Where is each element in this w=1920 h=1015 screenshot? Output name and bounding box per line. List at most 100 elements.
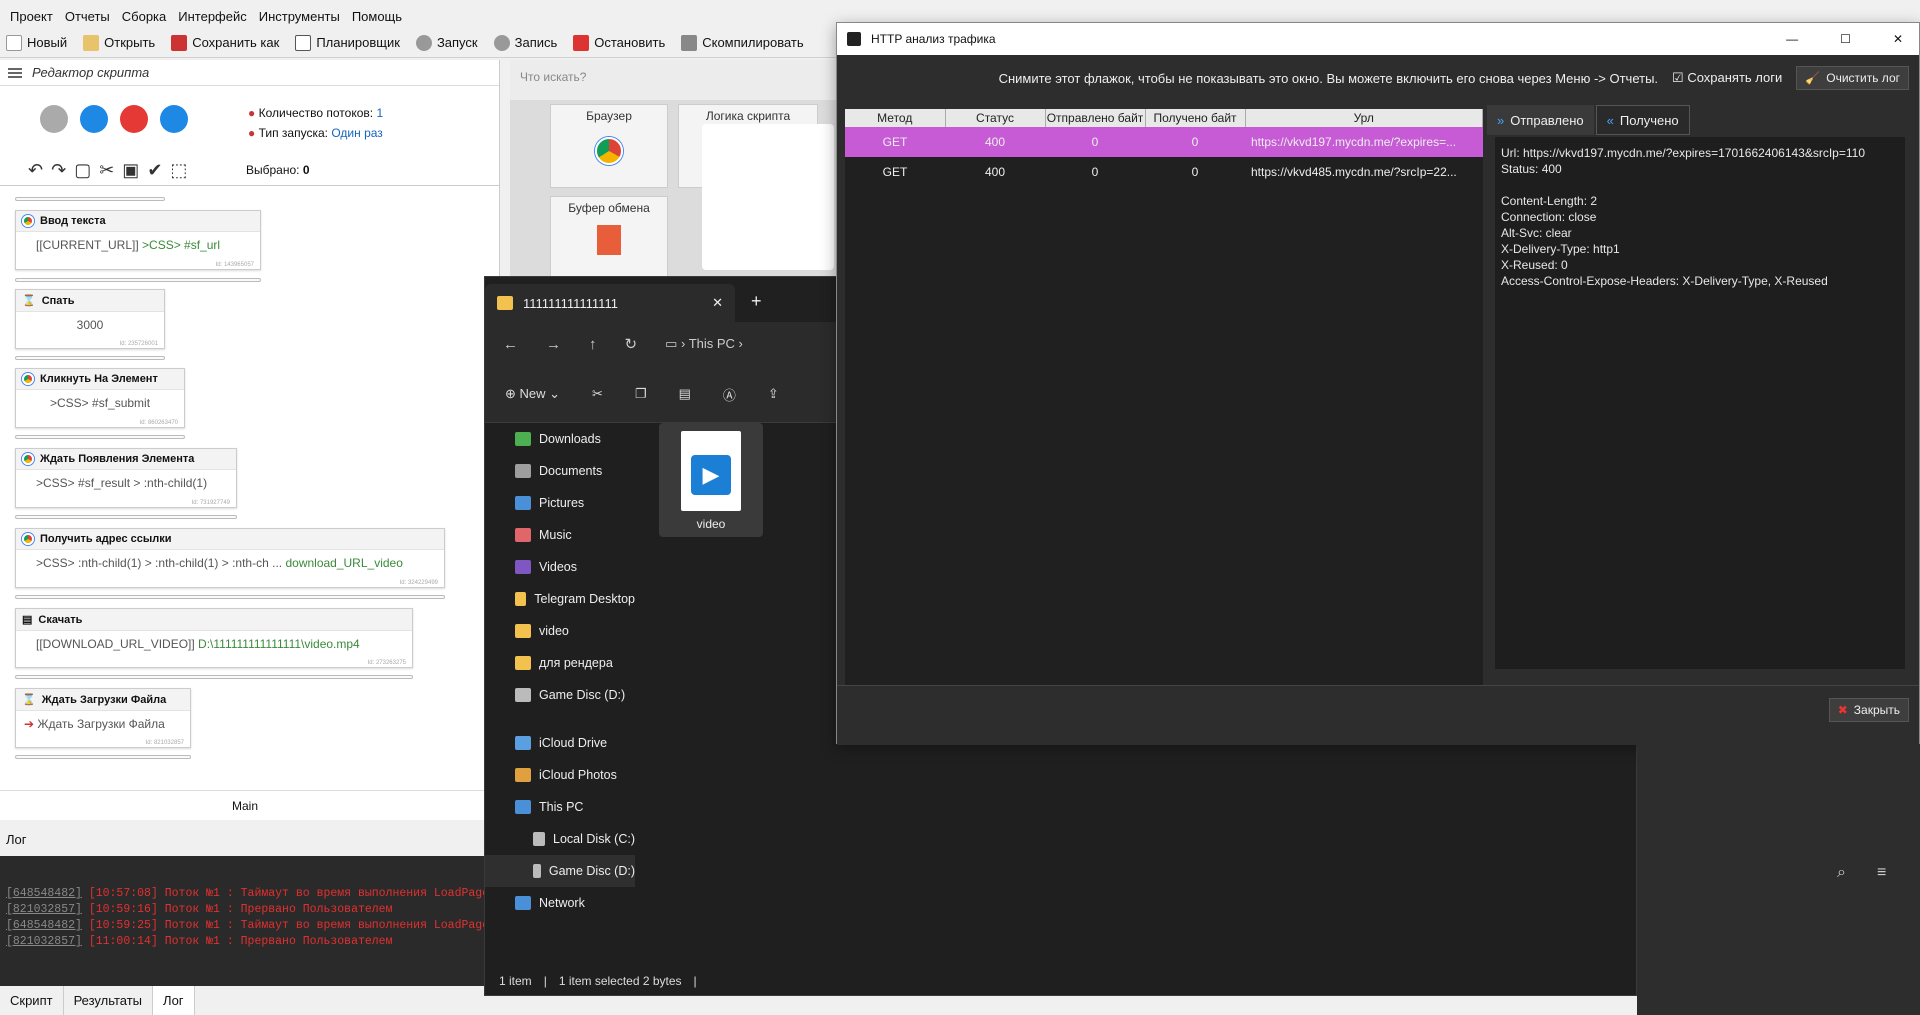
new-button[interactable]: Новый [6, 34, 67, 51]
up-icon[interactable]: ↑ [589, 336, 597, 353]
requests-table: Метод Статус Отправлено байт Получено байт У… [845, 109, 1483, 691]
sidebar-item-13[interactable]: Local Disk (C:) [485, 823, 635, 855]
table-row[interactable]: GET 400 0 0 https://vkvd485.mycdn.me/?srcIp=… [845, 157, 1483, 187]
close-icon: ✖ [1837, 703, 1848, 717]
address-bar[interactable]: ▭ › This PC › [665, 336, 743, 352]
search-icon[interactable]: ⌕ [1837, 864, 1846, 882]
close-button[interactable]: ✖ Закрыть [1828, 698, 1909, 722]
folder-icon [515, 592, 527, 606]
block-download[interactable]: ▤ Скачать [[DOWNLOAD_URL_VIDEO]] D:\111111… [15, 608, 413, 668]
menu-reports[interactable]: Отчеты [59, 6, 116, 26]
folder-icon [533, 832, 546, 846]
block-sleep[interactable]: ⌛ Спать 3000 Id: 235726001 [15, 289, 165, 349]
close-window-icon[interactable]: ✕ [1877, 32, 1919, 46]
list-menu-icon[interactable]: ≡ [1877, 864, 1886, 882]
sidebar-item-15[interactable]: Network [485, 887, 635, 919]
minimize-icon[interactable]: — [1770, 32, 1814, 46]
pause-icon[interactable] [80, 105, 108, 133]
tab-results[interactable]: Результаты [64, 986, 154, 1015]
compile-button[interactable]: Скомпилировать [681, 34, 804, 51]
tab-sent[interactable]: » Отправлено [1487, 105, 1594, 135]
restart-icon[interactable] [160, 105, 188, 133]
menu-help[interactable]: Помощь [346, 6, 408, 26]
block-click-element[interactable]: Кликнуть На Элемент >CSS> #sf_submit Id: 8… [15, 368, 185, 428]
new-tab-icon[interactable]: + [735, 291, 762, 322]
folder-icon [83, 34, 100, 51]
check-icon[interactable]: ✔ [147, 160, 170, 180]
sidebar-item-6[interactable]: Telegram Desktop [485, 583, 635, 615]
refresh-icon[interactable]: ↻ [625, 335, 638, 353]
main-tab[interactable]: Main [0, 790, 490, 813]
scheduler-button[interactable]: Планировщик [295, 34, 400, 51]
clear-log-button[interactable]: 🧹 Очистить лог [1796, 66, 1909, 90]
window-title: HTTP анализ трафика [871, 32, 996, 46]
explorer-tab[interactable]: 111111111111111 ✕ [485, 284, 735, 322]
run-button[interactable]: Запуск [415, 34, 478, 51]
stop-button[interactable]: Остановить [573, 34, 665, 51]
copy-icon[interactable]: ▢ [74, 160, 99, 180]
table-row[interactable]: GET 400 0 0 https://vkvd197.mycdn.me/?expire… [845, 127, 1483, 157]
save-as-button[interactable]: Сохранить как [171, 34, 279, 51]
copy-icon[interactable]: ❐ [635, 386, 647, 402]
new-button[interactable]: ⊕ New ⌄ [505, 386, 560, 402]
calendar-icon [295, 34, 312, 51]
play-icon[interactable] [40, 105, 68, 133]
block-wait-download[interactable]: ⌛ Ждать Загрузки Файла ➔ Ждать Загрузки Фа… [15, 688, 191, 748]
menu-build[interactable]: Сборка [116, 6, 173, 26]
share-icon[interactable]: ⇪ [768, 386, 779, 402]
open-button[interactable]: Открыть [83, 34, 155, 51]
stop-icon[interactable] [120, 105, 148, 133]
sidebar-item-11[interactable]: iCloud Photos [485, 759, 635, 791]
folder-icon [515, 528, 531, 542]
rename-icon[interactable]: Ⓐ [723, 385, 736, 404]
sidebar-item-9[interactable]: Game Disc (D:) [485, 679, 635, 711]
cut-icon[interactable]: ✂ [99, 160, 122, 180]
close-tab-icon[interactable]: ✕ [712, 295, 723, 311]
paste-icon[interactable]: ▤ [679, 386, 691, 402]
cut-icon[interactable]: ✂ [592, 386, 603, 402]
maximize-icon[interactable]: ☐ [1824, 32, 1867, 46]
select-icon[interactable]: ⬚ [170, 160, 195, 180]
launch-value[interactable]: Один раз [331, 126, 382, 140]
chrome-icon [22, 373, 34, 385]
menu-interface[interactable]: Интерфейс [172, 6, 252, 26]
palette-browser[interactable]: Браузер [550, 104, 668, 188]
sidebar-item-14[interactable]: Game Disc (D:) [485, 855, 635, 887]
tab-received[interactable]: «Получено [1595, 105, 1690, 135]
response-text[interactable]: Url: https://vkvd197.mycdn.me/?expires=1… [1495, 137, 1905, 669]
folder-icon [497, 296, 513, 310]
palette-clipboard[interactable]: Буфер обмена [550, 196, 668, 280]
clipboard-icon [597, 225, 621, 255]
save-logs-checkbox[interactable]: ☑ Сохранять логи [1672, 70, 1782, 86]
sidebar-item-4[interactable]: Music [485, 519, 635, 551]
redo-icon[interactable]: ↷ [51, 160, 74, 180]
hourglass-icon: ⌛ [22, 694, 36, 706]
menu-project[interactable]: Проект [4, 6, 59, 26]
block-wait-element[interactable]: Ждать Появления Элемента >CSS> #sf_result… [15, 448, 237, 508]
back-icon[interactable]: ← [503, 336, 518, 353]
tab-log[interactable]: Лог [153, 986, 195, 1015]
cube-icon [681, 34, 698, 51]
threads-value[interactable]: 1 [376, 106, 383, 120]
sidebar-item-7[interactable]: video [485, 615, 635, 647]
sidebar-item-1[interactable]: Downloads [485, 423, 635, 455]
forward-icon[interactable]: → [546, 336, 561, 353]
paste-icon[interactable]: ▣ [122, 160, 147, 180]
sidebar-item-2[interactable]: Documents [485, 455, 635, 487]
menu-tools[interactable]: Инструменты [253, 6, 346, 26]
sidebar-item-10[interactable]: iCloud Drive [485, 727, 635, 759]
http-traffic-window: HTTP анализ трафика — ☐ ✕ Снимите этот флаж… [836, 22, 1920, 745]
sidebar-item-3[interactable]: Pictures [485, 487, 635, 519]
record-button[interactable]: Запись [493, 34, 557, 51]
undo-icon[interactable]: ↶ [28, 160, 51, 180]
sidebar-item-12[interactable]: This PC [485, 791, 635, 823]
block-get-link[interactable]: Получить адрес ссылки >CSS> :nth-child(1)… [15, 528, 445, 588]
tab-script[interactable]: Скрипт [0, 986, 64, 1015]
palette-search[interactable]: Что искать? [510, 60, 840, 100]
sidebar-item-5[interactable]: Videos [485, 551, 635, 583]
chrome-icon [22, 453, 34, 465]
menu-icon[interactable] [8, 67, 22, 78]
block-type-text[interactable]: Ввод текста [[CURRENT_URL]] >CSS> #sf_url… [15, 210, 261, 270]
file-video[interactable]: ▶ video [659, 423, 763, 537]
sidebar-item-8[interactable]: для рендера [485, 647, 635, 679]
